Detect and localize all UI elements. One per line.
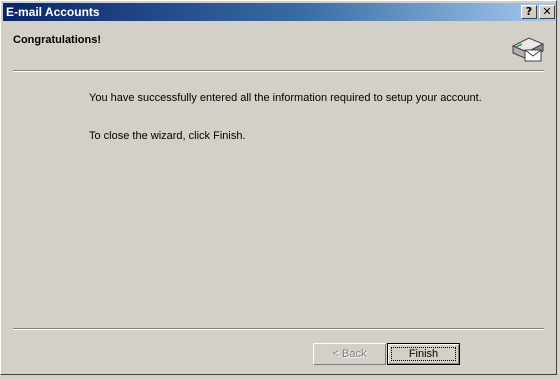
success-message: You have successfully entered all the in… [89,92,482,104]
finish-instruction: To close the wizard, click Finish. [89,130,246,142]
back-button[interactable]: < Back [313,343,386,365]
wizard-header: Congratulations! [3,22,556,70]
footer-divider [13,328,544,330]
back-button-label: < Back [332,348,367,360]
help-icon: ? [525,5,533,18]
page-title: Congratulations! [13,34,101,46]
finish-button-label: Finish [408,348,439,360]
help-button[interactable]: ? [521,5,537,19]
email-accounts-dialog: E-mail Accounts ? ✕ Congratulations! You… [0,0,557,375]
title-bar[interactable]: E-mail Accounts ? ✕ [3,3,556,21]
close-button[interactable]: ✕ [539,5,555,19]
close-icon: ✕ [542,5,552,18]
email-envelope-icon [511,37,545,62]
window-title: E-mail Accounts [6,5,100,19]
header-divider [13,70,544,72]
finish-button[interactable]: Finish [387,343,460,365]
